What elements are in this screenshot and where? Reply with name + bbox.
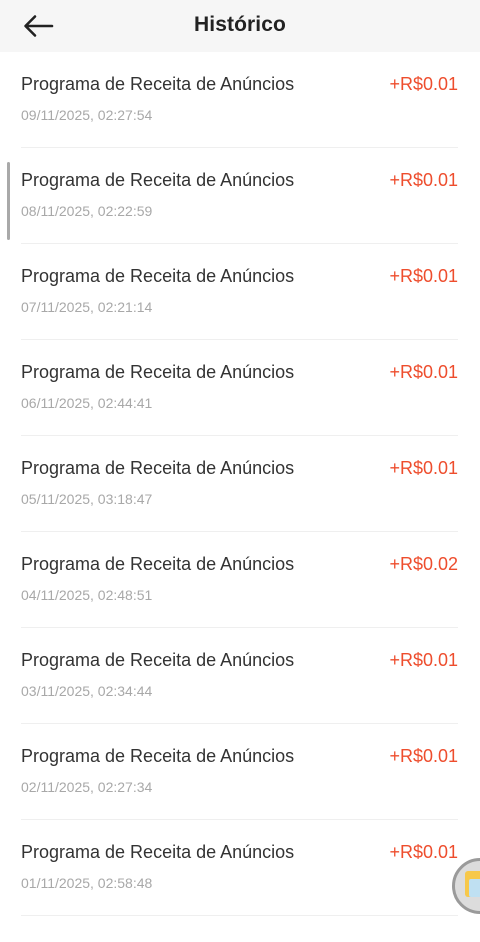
scrollbar-thumb[interactable] (7, 162, 10, 240)
history-item-amount: +R$0.01 (389, 74, 458, 94)
history-item[interactable]: Programa de Receita de Anúncios 05/11/20… (0, 436, 480, 532)
history-item-date: 06/11/2025, 02:44:41 (21, 395, 153, 411)
history-item[interactable]: Programa de Receita de Anúncios 03/11/20… (0, 628, 480, 724)
history-item-title: Programa de Receita de Anúncios (21, 362, 295, 382)
history-item-amount: +R$0.01 (389, 458, 458, 478)
history-item-amount: +R$0.01 (389, 362, 458, 382)
history-item-title: Programa de Receita de Anúncios (21, 650, 295, 670)
history-item-date: 03/11/2025, 02:34:44 (21, 683, 153, 699)
page-title: Histórico (194, 13, 286, 36)
header-bar: Histórico (0, 0, 480, 52)
history-item-amount: +R$0.01 (389, 650, 458, 670)
history-item-date: 04/11/2025, 02:48:51 (21, 587, 153, 603)
history-item-title: Programa de Receita de Anúncios (21, 554, 295, 574)
history-item-title: Programa de Receita de Anúncios (21, 266, 295, 286)
history-item-date: 08/11/2025, 02:22:59 (21, 203, 153, 219)
history-item-amount: +R$0.01 (389, 170, 458, 190)
history-item-date: 07/11/2025, 02:21:14 (21, 299, 153, 315)
history-item-date: 09/11/2025, 02:27:54 (21, 107, 153, 123)
history-item-title: Programa de Receita de Anúncios (21, 746, 295, 766)
history-item-title: Programa de Receita de Anúncios (21, 458, 295, 478)
history-item-title: Programa de Receita de Anúncios (21, 170, 295, 190)
history-item-amount: +R$0.01 (389, 842, 458, 862)
history-item[interactable]: Programa de Receita de Anúncios 06/11/20… (0, 340, 480, 436)
history-item-date: 01/11/2025, 02:58:48 (21, 875, 153, 891)
history-item-date: 02/11/2025, 02:27:34 (21, 779, 153, 795)
app-screen: Histórico Programa de Receita de Anúncio… (0, 0, 480, 942)
history-list: Programa de Receita de Anúncios 09/11/20… (0, 52, 480, 916)
history-item[interactable]: Programa de Receita de Anúncios 01/11/20… (0, 820, 480, 916)
history-item[interactable]: Programa de Receita de Anúncios 07/11/20… (0, 244, 480, 340)
history-item-date: 05/11/2025, 03:18:47 (21, 491, 153, 507)
history-item[interactable]: Programa de Receita de Anúncios 08/11/20… (0, 148, 480, 244)
history-item-amount: +R$0.01 (389, 266, 458, 286)
history-item-amount: +R$0.02 (389, 554, 458, 574)
row-divider (21, 915, 458, 916)
history-item[interactable]: Programa de Receita de Anúncios 09/11/20… (0, 52, 480, 148)
history-item[interactable]: Programa de Receita de Anúncios 02/11/20… (0, 724, 480, 820)
history-item[interactable]: Programa de Receita de Anúncios 04/11/20… (0, 532, 480, 628)
history-item-title: Programa de Receita de Anúncios (21, 74, 295, 94)
history-item-title: Programa de Receita de Anúncios (21, 842, 295, 862)
history-item-amount: +R$0.01 (389, 746, 458, 766)
